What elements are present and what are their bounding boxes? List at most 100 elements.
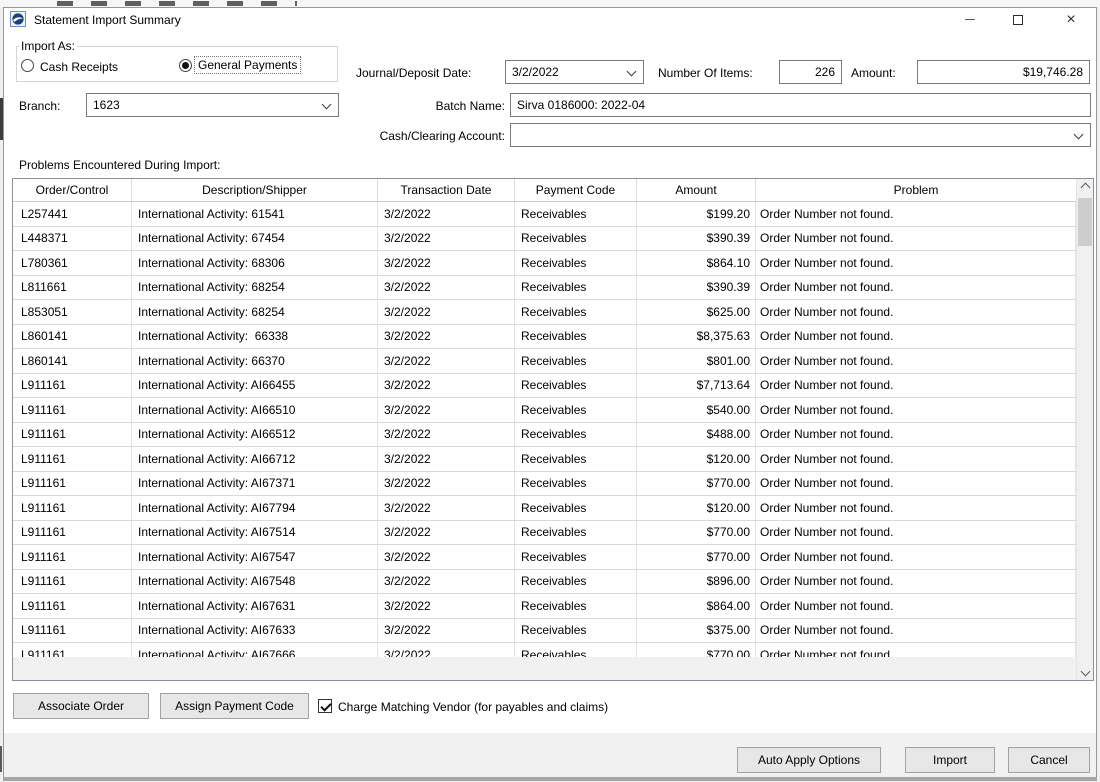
- problems-table: Order/Control Description/Shipper Transa…: [12, 178, 1094, 681]
- table-cell-code: Receivables: [515, 227, 637, 251]
- table-cell-description: International Activity: AI67633: [132, 619, 378, 643]
- assign-payment-code-button[interactable]: Assign Payment Code: [160, 693, 309, 719]
- column-header-payment-code[interactable]: Payment Code: [515, 179, 637, 201]
- table-row[interactable]: L911161International Activity: AI676313/…: [13, 594, 1076, 619]
- table-cell-date: 3/2/2022: [378, 619, 515, 643]
- table-cell-order: L911161: [13, 521, 132, 545]
- amount-field[interactable]: $19,746.28: [917, 60, 1090, 84]
- number-of-items-field[interactable]: 226: [779, 60, 842, 84]
- table-cell-amount: $120.00: [637, 496, 756, 520]
- table-row[interactable]: L911161International Activity: AI677943/…: [13, 496, 1076, 521]
- import-button[interactable]: Import: [905, 747, 995, 773]
- table-cell-description: International Activity: AI66510: [132, 398, 378, 422]
- table-row[interactable]: L911161International Activity: AI675473/…: [13, 545, 1076, 570]
- scroll-up-icon: [1080, 183, 1090, 193]
- table-cell-description: International Activity: AI66512: [132, 423, 378, 447]
- table-row[interactable]: L911161International Activity: AI665123/…: [13, 423, 1076, 448]
- table-cell-problem: Order Number not found.: [756, 398, 1076, 422]
- table-cell-description: International Activity: AI67631: [132, 594, 378, 618]
- table-cell-amount: $625.00: [637, 300, 756, 324]
- minimize-button[interactable]: [956, 9, 984, 30]
- vertical-scrollbar[interactable]: [1076, 179, 1093, 680]
- table-cell-description: International Activity: 68254: [132, 276, 378, 300]
- table-cell-amount: $540.00: [637, 398, 756, 422]
- table-cell-date: 3/2/2022: [378, 227, 515, 251]
- table-cell-problem: Order Number not found.: [756, 521, 1076, 545]
- table-cell-date: 3/2/2022: [378, 276, 515, 300]
- batch-name-field[interactable]: Sirva 0186000: 2022-04: [510, 93, 1091, 117]
- column-header-transaction-date[interactable]: Transaction Date: [378, 179, 515, 201]
- associate-order-button[interactable]: Associate Order: [13, 693, 149, 719]
- close-button[interactable]: ×: [1057, 9, 1085, 30]
- table-cell-code: Receivables: [515, 374, 637, 398]
- close-icon: ×: [1066, 12, 1075, 28]
- table-row[interactable]: L853051International Activity: 682543/2/…: [13, 300, 1076, 325]
- table-row[interactable]: L911161International Activity: AI675483/…: [13, 570, 1076, 595]
- journal-deposit-date-label: Journal/Deposit Date:: [356, 66, 471, 80]
- table-cell-problem: Order Number not found.: [756, 251, 1076, 275]
- cancel-button[interactable]: Cancel: [1008, 747, 1090, 773]
- column-header-description-shipper[interactable]: Description/Shipper: [132, 179, 378, 201]
- column-header-amount[interactable]: Amount: [637, 179, 756, 201]
- table-cell-description: International Activity: AI67371: [132, 472, 378, 496]
- table-row[interactable]: L911161International Activity: AI676333/…: [13, 619, 1076, 644]
- table-cell-problem: Order Number not found.: [756, 325, 1076, 349]
- app-icon: [10, 11, 26, 27]
- batch-name-label: Batch Name:: [410, 99, 505, 113]
- cash-receipts-radio[interactable]: [21, 59, 34, 72]
- general-payments-radio[interactable]: [179, 59, 192, 72]
- cash-clearing-account-combo[interactable]: [510, 123, 1091, 147]
- table-cell-description: International Activity: AI66455: [132, 374, 378, 398]
- table-cell-date: 3/2/2022: [378, 325, 515, 349]
- table-cell-description: International Activity: AI67547: [132, 545, 378, 569]
- table-row[interactable]: L780361International Activity: 683063/2/…: [13, 251, 1076, 276]
- table-row[interactable]: L911161International Activity: AI665103/…: [13, 398, 1076, 423]
- table-cell-order: L911161: [13, 619, 132, 643]
- charge-matching-vendor-checkbox[interactable]: [318, 699, 332, 713]
- auto-apply-options-button[interactable]: Auto Apply Options: [737, 747, 881, 773]
- maximize-button[interactable]: [1004, 9, 1032, 30]
- table-row[interactable]: L911161International Activity: AI673713/…: [13, 472, 1076, 497]
- branch-combo[interactable]: 1623: [86, 93, 339, 117]
- import-as-label: Import As:: [19, 39, 77, 53]
- table-cell-order: L853051: [13, 300, 132, 324]
- table-row[interactable]: L911161International Activity: AI676663/…: [13, 643, 1076, 657]
- table-row[interactable]: L257441International Activity: 615413/2/…: [13, 202, 1076, 227]
- window-bottom-edge: [3, 777, 1097, 781]
- scroll-down-button[interactable]: [1077, 663, 1093, 680]
- table-cell-amount: $120.00: [637, 447, 756, 471]
- table-row[interactable]: L911161International Activity: AI667123/…: [13, 447, 1076, 472]
- table-cell-amount: $390.39: [637, 276, 756, 300]
- column-header-problem[interactable]: Problem: [756, 179, 1076, 201]
- charge-matching-vendor-label[interactable]: Charge Matching Vendor (for payables and…: [338, 700, 608, 714]
- table-cell-date: 3/2/2022: [378, 643, 515, 657]
- cash-receipts-label[interactable]: Cash Receipts: [40, 60, 118, 74]
- table-cell-problem: Order Number not found.: [756, 570, 1076, 594]
- table-row[interactable]: L860141International Activity: 663703/2/…: [13, 349, 1076, 374]
- table-cell-amount: $7,713.64: [637, 374, 756, 398]
- background-artifact: [0, 746, 2, 772]
- table-cell-description: International Activity: 66338: [132, 325, 378, 349]
- branch-value: 1623: [93, 98, 120, 112]
- table-row[interactable]: L860141International Activity: 663383/2/…: [13, 325, 1076, 350]
- table-cell-code: Receivables: [515, 398, 637, 422]
- table-cell-code: Receivables: [515, 300, 637, 324]
- table-cell-amount: $770.00: [637, 545, 756, 569]
- table-cell-problem: Order Number not found.: [756, 472, 1076, 496]
- table-row[interactable]: L911161International Activity: AI664553/…: [13, 374, 1076, 399]
- journal-deposit-date-combo[interactable]: 3/2/2022: [505, 60, 644, 84]
- table-cell-order: L448371: [13, 227, 132, 251]
- general-payments-label[interactable]: General Payments: [194, 56, 301, 74]
- table-row[interactable]: L811661International Activity: 682543/2/…: [13, 276, 1076, 301]
- table-cell-code: Receivables: [515, 570, 637, 594]
- scroll-up-button[interactable]: [1077, 179, 1093, 196]
- table-row[interactable]: L911161International Activity: AI675143/…: [13, 521, 1076, 546]
- table-cell-date: 3/2/2022: [378, 300, 515, 324]
- table-cell-description: International Activity: AI67514: [132, 521, 378, 545]
- table-cell-order: L811661: [13, 276, 132, 300]
- column-header-order-control[interactable]: Order/Control: [13, 179, 132, 201]
- table-cell-date: 3/2/2022: [378, 447, 515, 471]
- scrollbar-thumb[interactable]: [1078, 198, 1092, 246]
- table-cell-description: International Activity: AI67794: [132, 496, 378, 520]
- table-row[interactable]: L448371International Activity: 674543/2/…: [13, 227, 1076, 252]
